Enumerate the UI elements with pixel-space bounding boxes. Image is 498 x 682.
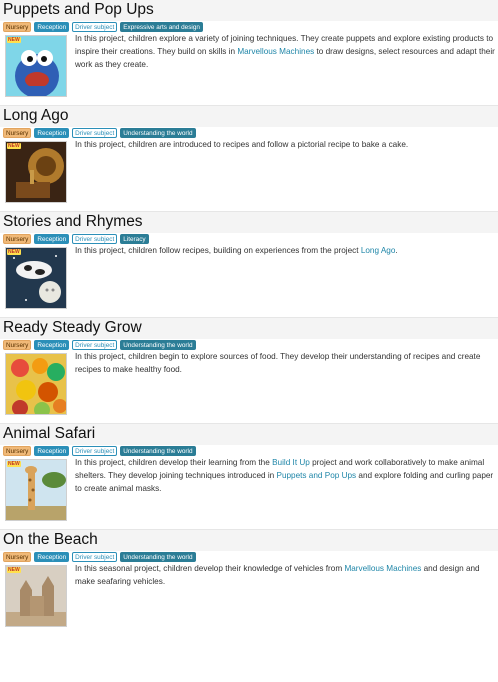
tag-subject: Expressive arts and design [120, 22, 203, 32]
project-card: Puppets and Pop Ups Nursery Reception Dr… [0, 0, 498, 106]
project-card: On the Beach Nursery Reception Driver su… [0, 530, 498, 636]
tag-driver-subject: Driver subject [72, 446, 118, 456]
project-description: In this project, children explore a vari… [75, 34, 495, 70]
project-link[interactable]: Puppets and Pop Ups [276, 471, 356, 480]
project-description: In this project, children are introduced… [75, 140, 409, 149]
tag-driver-subject: Driver subject [72, 552, 118, 562]
project-title[interactable]: Ready Steady Grow [0, 318, 498, 339]
tag-reception: Reception [34, 234, 70, 244]
new-badge: NEW [7, 461, 21, 467]
gramophone-thumbnail[interactable]: NEW [5, 141, 67, 203]
project-title[interactable]: Stories and Rhymes [0, 212, 498, 233]
tag-driver-subject: Driver subject [72, 340, 118, 350]
project-link[interactable]: Long Ago [361, 246, 396, 255]
project-description: In this project, children develop their … [75, 458, 494, 494]
project-link[interactable]: Marvellous Machines [237, 47, 314, 56]
new-badge: NEW [7, 567, 21, 573]
tag-subject: Literacy [120, 234, 149, 244]
puppet-thumbnail[interactable]: NEW [5, 35, 67, 97]
project-link[interactable]: Build It Up [272, 458, 310, 467]
sandcastle-thumbnail[interactable]: NEW [5, 565, 67, 627]
tag-nursery: Nursery [3, 234, 32, 244]
project-card: Stories and Rhymes Nursery Reception Dri… [0, 212, 498, 318]
project-title[interactable]: On the Beach [0, 530, 498, 551]
tag-driver-subject: Driver subject [72, 22, 118, 32]
project-card: Animal Safari Nursery Reception Driver s… [0, 424, 498, 530]
cow-moon-thumbnail[interactable]: NEW [5, 247, 67, 309]
tag-subject: Understanding the world [120, 446, 196, 456]
tag-nursery: Nursery [3, 340, 32, 350]
project-description: In this seasonal project, children devel… [75, 564, 480, 587]
fruit-thumbnail[interactable] [5, 353, 67, 415]
project-title[interactable]: Animal Safari [0, 424, 498, 445]
project-description: In this project, children begin to explo… [75, 352, 481, 375]
tag-nursery: Nursery [3, 128, 32, 138]
tag-nursery: Nursery [3, 22, 32, 32]
project-title[interactable]: Long Ago [0, 106, 498, 127]
tag-reception: Reception [34, 22, 70, 32]
tag-nursery: Nursery [3, 446, 32, 456]
project-card: Long Ago Nursery Reception Driver subjec… [0, 106, 498, 212]
new-badge: NEW [7, 37, 21, 43]
project-link[interactable]: Marvellous Machines [344, 564, 421, 573]
tag-subject: Understanding the world [120, 552, 196, 562]
giraffe-thumbnail[interactable]: NEW [5, 459, 67, 521]
tag-driver-subject: Driver subject [72, 128, 118, 138]
project-title[interactable]: Puppets and Pop Ups [0, 0, 498, 21]
tag-nursery: Nursery [3, 552, 32, 562]
tag-subject: Understanding the world [120, 340, 196, 350]
new-badge: NEW [7, 249, 21, 255]
new-badge: NEW [7, 143, 21, 149]
tag-reception: Reception [34, 446, 70, 456]
tag-reception: Reception [34, 340, 70, 350]
tag-subject: Understanding the world [120, 128, 196, 138]
tag-reception: Reception [34, 552, 70, 562]
project-description: In this project, children follow recipes… [75, 246, 398, 255]
tag-reception: Reception [34, 128, 70, 138]
tag-driver-subject: Driver subject [72, 234, 118, 244]
project-card: Ready Steady Grow Nursery Reception Driv… [0, 318, 498, 424]
